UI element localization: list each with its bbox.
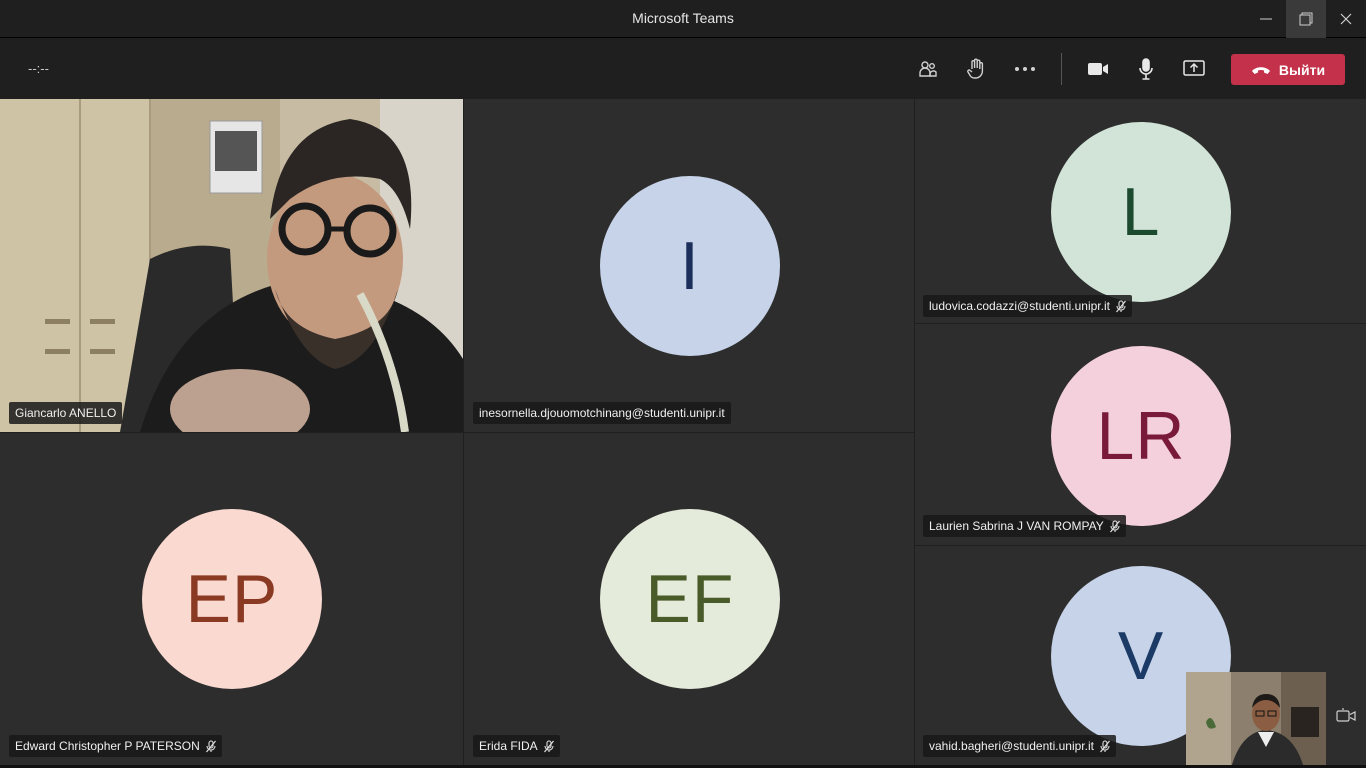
muted-microphone-icon xyxy=(205,739,216,752)
participant-video xyxy=(0,99,463,432)
avatar-initials: V xyxy=(1117,618,1165,694)
muted-microphone-icon xyxy=(1115,299,1126,312)
camera-button[interactable] xyxy=(1083,54,1113,84)
participant-name: inesornella.djouomotchinang@studenti.uni… xyxy=(479,406,725,420)
avatar-initials: I xyxy=(680,228,700,304)
muted-microphone-icon xyxy=(543,739,554,752)
microphone-button[interactable] xyxy=(1131,54,1161,84)
participant-tile[interactable]: L ludovica.codazzi@studenti.unipr.it xyxy=(915,99,1366,323)
participant-avatar: EP xyxy=(142,509,322,689)
hang-up-icon xyxy=(1251,66,1270,74)
share-screen-icon xyxy=(1183,60,1205,76)
participant-name: Giancarlo ANELLO xyxy=(15,406,117,420)
participants-button[interactable] xyxy=(913,54,943,84)
participant-avatar: EF xyxy=(600,509,780,689)
participant-avatar: L xyxy=(1051,122,1231,302)
self-view-toggle-button[interactable] xyxy=(1336,707,1358,729)
restore-icon xyxy=(1299,12,1313,26)
meeting-timer: --:-- xyxy=(28,61,49,76)
participant-name: ludovica.codazzi@studenti.unipr.it xyxy=(929,299,1110,313)
participant-tile[interactable]: I inesornella.djouomotchinang@studenti.u… xyxy=(464,99,914,432)
self-video-preview[interactable] xyxy=(1186,672,1326,768)
avatar-initials: EP xyxy=(185,561,279,637)
more-options-button[interactable] xyxy=(1010,54,1040,84)
more-icon xyxy=(1015,67,1035,71)
video-preview-icon xyxy=(1336,708,1356,722)
participant-name-tag: inesornella.djouomotchinang@studenti.uni… xyxy=(473,402,731,424)
participant-tile[interactable]: EP Edward Christopher P PATERSON xyxy=(0,433,463,765)
participant-name: Erida FIDA xyxy=(479,739,538,753)
participant-name-tag: vahid.bagheri@studenti.unipr.it xyxy=(923,735,1116,757)
share-screen-button[interactable] xyxy=(1179,54,1209,84)
avatar-initials: L xyxy=(1121,174,1161,250)
participant-tile[interactable]: EF Erida FIDA xyxy=(464,433,914,765)
microphone-icon xyxy=(1139,58,1153,80)
leave-button[interactable]: Выйти xyxy=(1231,54,1345,85)
muted-microphone-icon xyxy=(1099,739,1110,752)
participant-name: Edward Christopher P PATERSON xyxy=(15,739,200,753)
raise-hand-button[interactable] xyxy=(961,54,991,84)
participant-tile[interactable]: LR Laurien Sabrina J VAN ROMPAY xyxy=(915,324,1366,545)
self-video xyxy=(1186,672,1326,768)
minimize-button[interactable] xyxy=(1246,0,1286,38)
participant-tile-video[interactable]: Giancarlo ANELLO xyxy=(0,99,463,432)
participant-name-tag: Giancarlo ANELLO xyxy=(9,402,123,424)
raise-hand-icon xyxy=(967,58,984,79)
close-icon xyxy=(1340,13,1352,25)
participant-name: Laurien Sabrina J VAN ROMPAY xyxy=(929,519,1104,533)
avatar-initials: EF xyxy=(645,561,735,637)
restore-button[interactable] xyxy=(1286,0,1326,38)
meeting-toolbar: --:-- Выйти xyxy=(0,39,1366,98)
leave-label: Выйти xyxy=(1278,61,1326,78)
minimize-icon xyxy=(1260,18,1272,20)
close-window-button[interactable] xyxy=(1326,0,1366,38)
title-bar: Microsoft Teams xyxy=(0,0,1366,38)
participant-name-tag: Edward Christopher P PATERSON xyxy=(9,735,222,757)
muted-microphone-icon xyxy=(1109,519,1120,532)
window-title: Microsoft Teams xyxy=(632,10,734,26)
participant-name-tag: ludovica.codazzi@studenti.unipr.it xyxy=(923,295,1132,317)
avatar-initials: LR xyxy=(1096,398,1186,474)
participants-icon xyxy=(919,61,937,77)
participant-avatar: LR xyxy=(1051,346,1231,526)
participant-name-tag: Erida FIDA xyxy=(473,735,560,757)
participant-name: vahid.bagheri@studenti.unipr.it xyxy=(929,739,1094,753)
camera-icon xyxy=(1088,63,1108,75)
participant-avatar: I xyxy=(600,176,780,356)
toolbar-divider xyxy=(1061,53,1062,85)
participant-name-tag: Laurien Sabrina J VAN ROMPAY xyxy=(923,515,1126,537)
